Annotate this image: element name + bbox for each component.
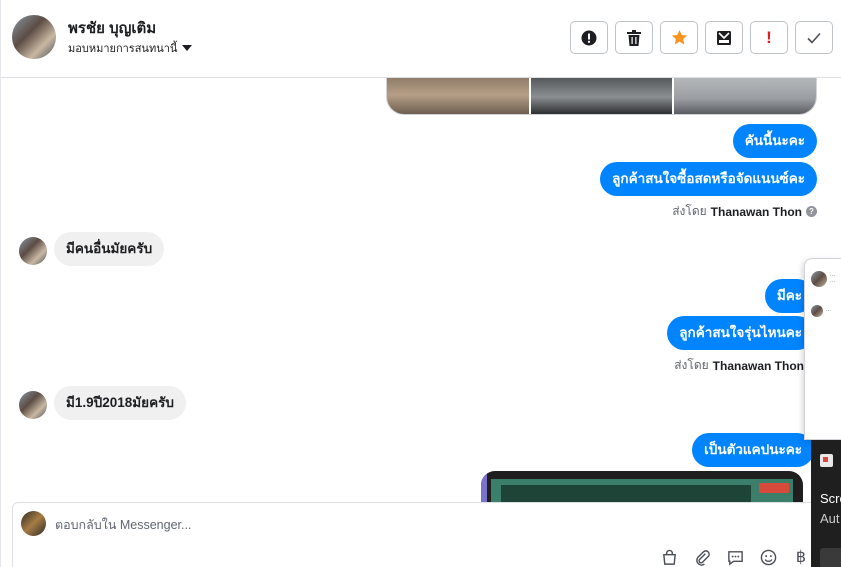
assign-label: มอบหมายการสนทนานี้ [68,43,178,55]
app-icon [820,454,833,467]
payment-button[interactable]: ฿ [791,547,811,567]
popup-row[interactable]: ··· [811,305,831,317]
toast-action-button[interactable] [820,548,841,567]
done-button[interactable] [795,21,833,54]
star-icon [671,30,687,45]
photo-attachment-strip[interactable] [386,78,817,115]
star-button[interactable] [660,21,698,54]
header-actions: ! [570,21,833,54]
check-icon [807,32,821,44]
caret-down-icon [182,45,193,51]
outgoing-message[interactable]: คันนี้นะคะ [732,124,817,158]
emoji-icon [760,549,776,565]
contact-mini-avatar[interactable] [19,391,47,419]
sent-by-prefix: ส่งโดย [672,204,707,218]
car-photo-rear[interactable] [530,78,673,114]
alert-circle-icon [581,30,597,45]
notification-popup[interactable]: ··· ··· ··· [804,258,841,440]
contact-name[interactable]: พรชัย บุญเติม [68,16,156,40]
incoming-message[interactable]: มี1.9ปี2018มัยครับ [54,386,186,420]
important-button[interactable]: ! [750,21,788,54]
contact-mini-avatar[interactable] [19,237,47,265]
archive-button[interactable] [705,21,743,54]
saved-replies-icon [727,550,743,566]
shopping-bag-button[interactable] [659,547,679,567]
baht-icon: ฿ [795,549,807,566]
paperclip-icon [695,549,710,566]
message-thread: คันนี้นะคะ ลูกค้าสนใจซื้อสดหรือจัดแนนซ์ค… [1,78,841,502]
sent-by-label: ส่งโดย Thanawan Thon ? [672,202,817,221]
outgoing-message[interactable]: ลูกค้าสนใจรุ่นไหนคะ [667,316,814,350]
contact-avatar[interactable] [12,15,56,59]
incoming-message[interactable]: มีคนอื่นมัยครับ [54,232,165,266]
popup-row[interactable]: ··· ··· [811,271,835,287]
sent-by-label: ส่งโดย Thanawan Thon [674,356,804,375]
archive-icon [717,30,731,45]
image-edge [481,471,487,502]
emoji-button[interactable] [758,547,778,567]
delete-button[interactable] [615,21,653,54]
help-icon[interactable]: ? [806,206,817,217]
popup-avatar [811,271,827,287]
mark-spam-button[interactable] [570,21,608,54]
assign-conversation-dropdown[interactable]: มอบหมายการสนทนานี้ [68,39,193,57]
outgoing-message[interactable]: ลูกค้าสนใจซื้อสดหรือจัดแนนซ์คะ [600,162,817,196]
exclamation-icon: ! [766,27,772,47]
page-avatar [21,511,46,536]
car-photo-side[interactable] [674,78,816,114]
system-toast[interactable]: Scre Aut [811,440,841,567]
image-tag [759,483,789,493]
reply-composer: ฿ [12,502,818,567]
sender-name[interactable]: Thanawan Thon [711,205,802,219]
trash-icon [627,29,641,46]
popup-avatar [811,305,823,317]
toast-title: Scre [820,491,841,506]
saved-replies-button[interactable] [725,547,745,567]
shared-image-attachment[interactable] [481,471,803,502]
shopping-bag-icon [662,549,676,565]
sender-name[interactable]: Thanawan Thon [713,359,804,373]
reply-input[interactable] [55,515,655,535]
sent-by-prefix: ส่งโดย [674,358,709,372]
outgoing-message[interactable]: เป็นตัวแคปนะคะ [692,433,814,467]
popup-text: ··· ··· [830,273,835,285]
image-content [501,485,751,502]
messenger-conversation-view: พรชัย บุญเติม มอบหมายการสนทนานี้ ! คันนี… [0,0,841,567]
toast-subtitle: Aut [820,511,840,526]
car-photo-interior[interactable] [387,78,529,114]
attach-button[interactable] [692,547,712,567]
conversation-header: พรชัย บุญเติม มอบหมายการสนทนานี้ ! [1,0,841,78]
composer-toolbar: ฿ [659,547,811,567]
popup-text: ··· [826,308,831,314]
